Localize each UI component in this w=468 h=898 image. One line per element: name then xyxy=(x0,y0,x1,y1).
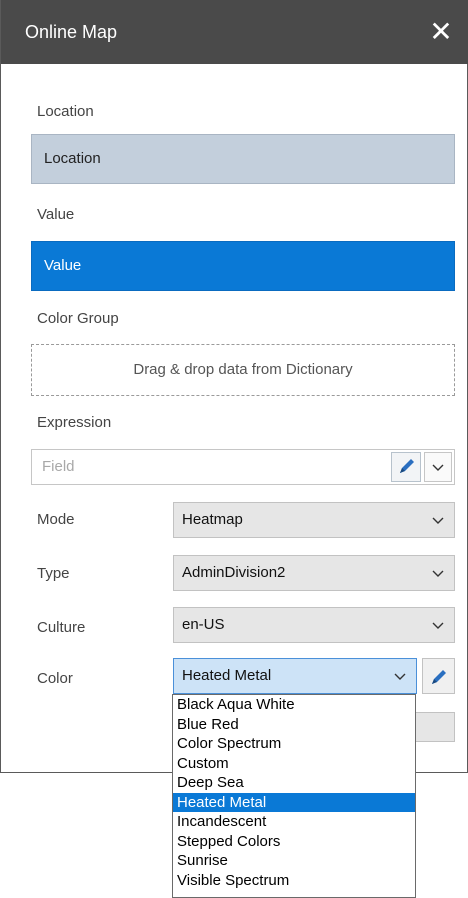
close-icon: ✕ xyxy=(429,16,453,47)
location-field[interactable]: Location xyxy=(31,134,455,184)
culture-label: Culture xyxy=(37,619,86,636)
location-label: Location xyxy=(37,103,94,120)
close-button[interactable]: ✕ xyxy=(413,0,468,64)
color-value: Heated Metal xyxy=(182,667,272,684)
color-option[interactable]: Custom xyxy=(173,754,415,774)
expression-row: Field xyxy=(31,449,455,485)
culture-select[interactable]: en-US xyxy=(173,607,455,643)
title-bar: Online Map ✕ xyxy=(1,0,468,64)
color-option[interactable]: Black Aqua White xyxy=(173,695,415,715)
color-option[interactable]: Visible Spectrum xyxy=(173,871,415,891)
expression-edit-button[interactable] xyxy=(391,452,421,482)
mode-value: Heatmap xyxy=(182,511,243,528)
color-option[interactable]: Deep Sea xyxy=(173,773,415,793)
culture-value: en-US xyxy=(182,616,225,633)
mode-select[interactable]: Heatmap xyxy=(173,502,455,538)
color-edit-button[interactable] xyxy=(422,658,455,694)
chevron-down-icon xyxy=(394,673,406,680)
mode-label: Mode xyxy=(37,511,75,528)
pencil-icon xyxy=(400,459,414,473)
online-map-dialog: Online Map ✕ Location Location Value Val… xyxy=(0,0,468,773)
expression-dropdown-button[interactable] xyxy=(424,452,452,482)
color-option[interactable]: Sunrise xyxy=(173,851,415,871)
chevron-down-icon xyxy=(432,622,444,629)
chevron-down-icon xyxy=(432,517,444,524)
chevron-down-icon xyxy=(432,464,444,471)
color-group-drop-zone[interactable]: Drag & drop data from Dictionary xyxy=(31,344,455,396)
color-option[interactable]: Color Spectrum xyxy=(173,734,415,754)
chevron-down-icon xyxy=(432,570,444,577)
color-label: Color xyxy=(37,670,73,687)
partially-hidden-button[interactable] xyxy=(415,712,455,742)
color-option[interactable]: Heated Metal xyxy=(173,792,415,812)
color-option[interactable]: Blue Red xyxy=(173,715,415,735)
color-dropdown-list: Black Aqua White Blue Red Color Spectrum Cu… xyxy=(172,694,416,898)
type-value: AdminDivision2 xyxy=(182,564,286,581)
color-option[interactable]: Incandescent xyxy=(173,812,415,832)
type-select[interactable]: AdminDivision2 xyxy=(173,555,455,591)
value-label: Value xyxy=(37,206,75,223)
color-group-label: Color Group xyxy=(37,310,119,327)
expression-label: Expression xyxy=(37,414,112,431)
dialog-title: Online Map xyxy=(25,22,118,42)
color-option[interactable]: Stepped Colors xyxy=(173,832,415,852)
value-field[interactable]: Value xyxy=(31,241,455,291)
pencil-icon xyxy=(432,670,446,684)
color-select[interactable]: Heated Metal xyxy=(173,658,417,694)
type-label: Type xyxy=(37,565,70,582)
